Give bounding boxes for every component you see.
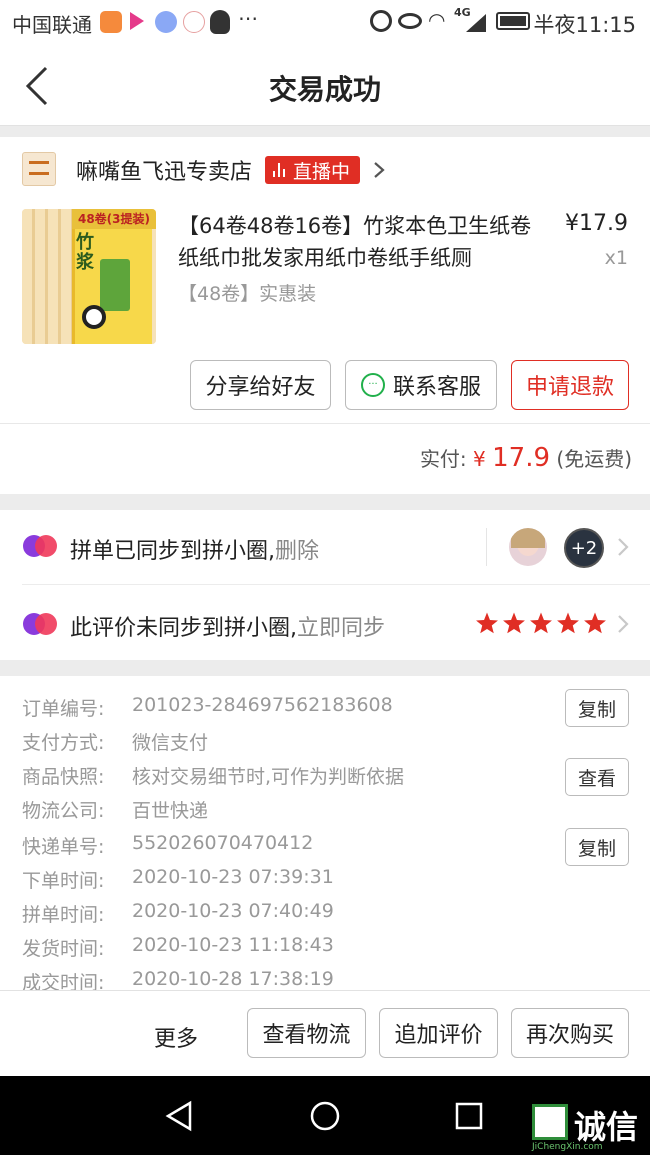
order-info-value: 2020-10-28 17:38:19 xyxy=(132,968,334,990)
review-chevron-icon[interactable] xyxy=(616,613,630,635)
order-info-label: 快递单号: xyxy=(22,836,105,858)
product-image-brand: 竹浆 xyxy=(76,232,94,273)
wifi-icon: ◠ xyxy=(428,8,446,32)
product-title[interactable]: 【64卷48卷16卷】竹浆本色卫生纸卷纸纸巾批发家用纸巾卷纸手纸厕 xyxy=(178,210,538,274)
share-button-label: 分享给好友 xyxy=(205,375,316,400)
star-icon xyxy=(503,612,525,634)
order-info-label: 物流公司: xyxy=(22,800,105,822)
watermark-logo xyxy=(532,1104,568,1140)
buy-again-label: 再次购买 xyxy=(525,1023,614,1048)
paid-currency: ¥ xyxy=(473,447,486,471)
contact-service-button[interactable]: ··· 联系客服 xyxy=(345,360,497,410)
divider xyxy=(0,423,650,424)
share-button[interactable]: 分享给好友 xyxy=(190,360,331,410)
carrier-label: 中国联通 xyxy=(12,13,92,37)
avatar-count: +2 xyxy=(570,537,598,559)
order-info-value: 201023-284697562183608 xyxy=(132,694,393,716)
bottom-action-bar: 更多 查看物流 追加评价 再次购买 xyxy=(0,990,650,1076)
signal-icon xyxy=(466,14,486,32)
star-icon xyxy=(584,612,606,634)
live-badge[interactable]: 直播中 xyxy=(265,156,361,184)
music-icon xyxy=(155,11,177,33)
order-info-label: 商品快照: xyxy=(22,766,105,788)
order-info-value: 微信支付 xyxy=(132,732,209,754)
rating-stars xyxy=(474,610,609,638)
view-logistics-button[interactable]: 查看物流 xyxy=(247,1008,366,1058)
nav-home-icon[interactable] xyxy=(309,1100,341,1132)
product-price: ¥17.9 xyxy=(565,211,628,236)
group-sync-chevron-icon[interactable] xyxy=(616,536,630,558)
more-dots-icon: ⋯ xyxy=(238,6,258,30)
refund-button[interactable]: 申请退款 xyxy=(511,360,629,410)
order-info-panel: 订单编号: 201023-284697562183608 复制 支付方式: 微信支付 商品… xyxy=(0,676,650,990)
delete-link[interactable]: 删除 xyxy=(275,539,319,564)
pin-circle-icon xyxy=(23,535,57,557)
order-info-value: 2020-10-23 07:40:49 xyxy=(132,900,334,922)
order-info-label: 下单时间: xyxy=(22,870,105,892)
copy-button[interactable]: 复制 xyxy=(564,828,629,866)
copy-button[interactable]: 复制 xyxy=(564,689,629,727)
order-info-value: 552026070470412 xyxy=(132,832,314,854)
view-snapshot-button[interactable]: 查看 xyxy=(564,758,629,796)
taobao-icon xyxy=(100,11,122,33)
nav-recents-icon[interactable] xyxy=(455,1102,483,1130)
sync-now-link[interactable]: 立即同步 xyxy=(297,616,385,641)
panda-icon xyxy=(82,305,106,329)
order-info-label: 发货时间: xyxy=(22,938,105,960)
live-badge-label: 直播中 xyxy=(293,160,351,183)
paid-summary: 实付: ¥ 17.9 (免运费) xyxy=(420,443,632,473)
add-review-label: 追加评价 xyxy=(394,1023,483,1048)
order-info-value: 核对交易细节时,可作为判断依据 xyxy=(132,766,405,788)
order-info-label: 支付方式: xyxy=(22,732,105,754)
paid-label: 实付: xyxy=(419,447,467,471)
chat-bubble-icon: ··· xyxy=(360,373,385,397)
contact-service-label: 联系客服 xyxy=(392,375,481,400)
shop-logo[interactable] xyxy=(22,152,56,186)
page-title: 交易成功 xyxy=(268,73,381,106)
product-image-tag: 48卷(3提装) xyxy=(72,209,156,229)
qq-icon xyxy=(210,10,230,34)
avatar[interactable] xyxy=(509,528,547,566)
buy-again-button[interactable]: 再次购买 xyxy=(511,1008,629,1058)
order-info-value: 2020-10-23 07:39:31 xyxy=(132,866,334,888)
nav-bar: 交易成功 xyxy=(0,44,650,126)
more-button[interactable]: 更多 xyxy=(154,1021,198,1053)
order-info-label: 拼单时间: xyxy=(22,904,105,926)
battery-icon xyxy=(496,12,530,30)
alarm-icon xyxy=(370,10,392,32)
shop-chevron-icon[interactable] xyxy=(372,160,386,180)
order-info-label: 订单编号: xyxy=(22,698,105,720)
star-icon xyxy=(530,612,552,634)
fm-icon xyxy=(183,11,205,33)
avatar-count-badge[interactable]: +2 xyxy=(564,528,604,568)
divider xyxy=(486,528,487,566)
star-icon xyxy=(476,612,498,634)
add-review-button[interactable]: 追加评价 xyxy=(379,1008,498,1058)
product-spec: 【48卷】实惠装 xyxy=(178,283,317,305)
paid-note: (免运费) xyxy=(556,447,632,471)
system-nav-bar: 诚信 JiChengXin.com xyxy=(0,1076,650,1155)
live-bars-icon xyxy=(273,163,285,177)
review-sync-text: 此评价未同步到拼小圈,立即同步 xyxy=(70,616,386,641)
product-image[interactable]: 48卷(3提装) 竹浆 xyxy=(22,209,156,344)
refund-button-label: 申请退款 xyxy=(525,375,614,400)
star-icon xyxy=(557,612,579,634)
view-logistics-label: 查看物流 xyxy=(262,1023,351,1048)
eye-icon xyxy=(398,13,422,29)
order-info-label: 成交时间: xyxy=(22,972,105,990)
shop-logo-icon xyxy=(29,161,49,175)
nav-back-icon[interactable] xyxy=(164,1100,194,1132)
paid-amount: 17.9 xyxy=(492,443,551,473)
product-quantity: x1 xyxy=(604,247,628,269)
shop-name[interactable]: 嘛嘴鱼飞迅专卖店 xyxy=(76,154,252,186)
pin-circle-icon xyxy=(23,613,57,635)
group-sync-text: 拼单已同步到拼小圈,删除 xyxy=(70,539,320,564)
order-info-value: 2020-10-23 11:18:43 xyxy=(132,934,334,956)
video-icon xyxy=(130,12,144,30)
status-bar: 中国联通 ⋯ ◠ 4G 半夜11:15 xyxy=(0,0,650,44)
order-info-value: 百世快递 xyxy=(132,800,209,822)
clock-label: 半夜11:15 xyxy=(533,13,636,37)
watermark-subtext: JiChengXin.com xyxy=(532,1142,603,1152)
